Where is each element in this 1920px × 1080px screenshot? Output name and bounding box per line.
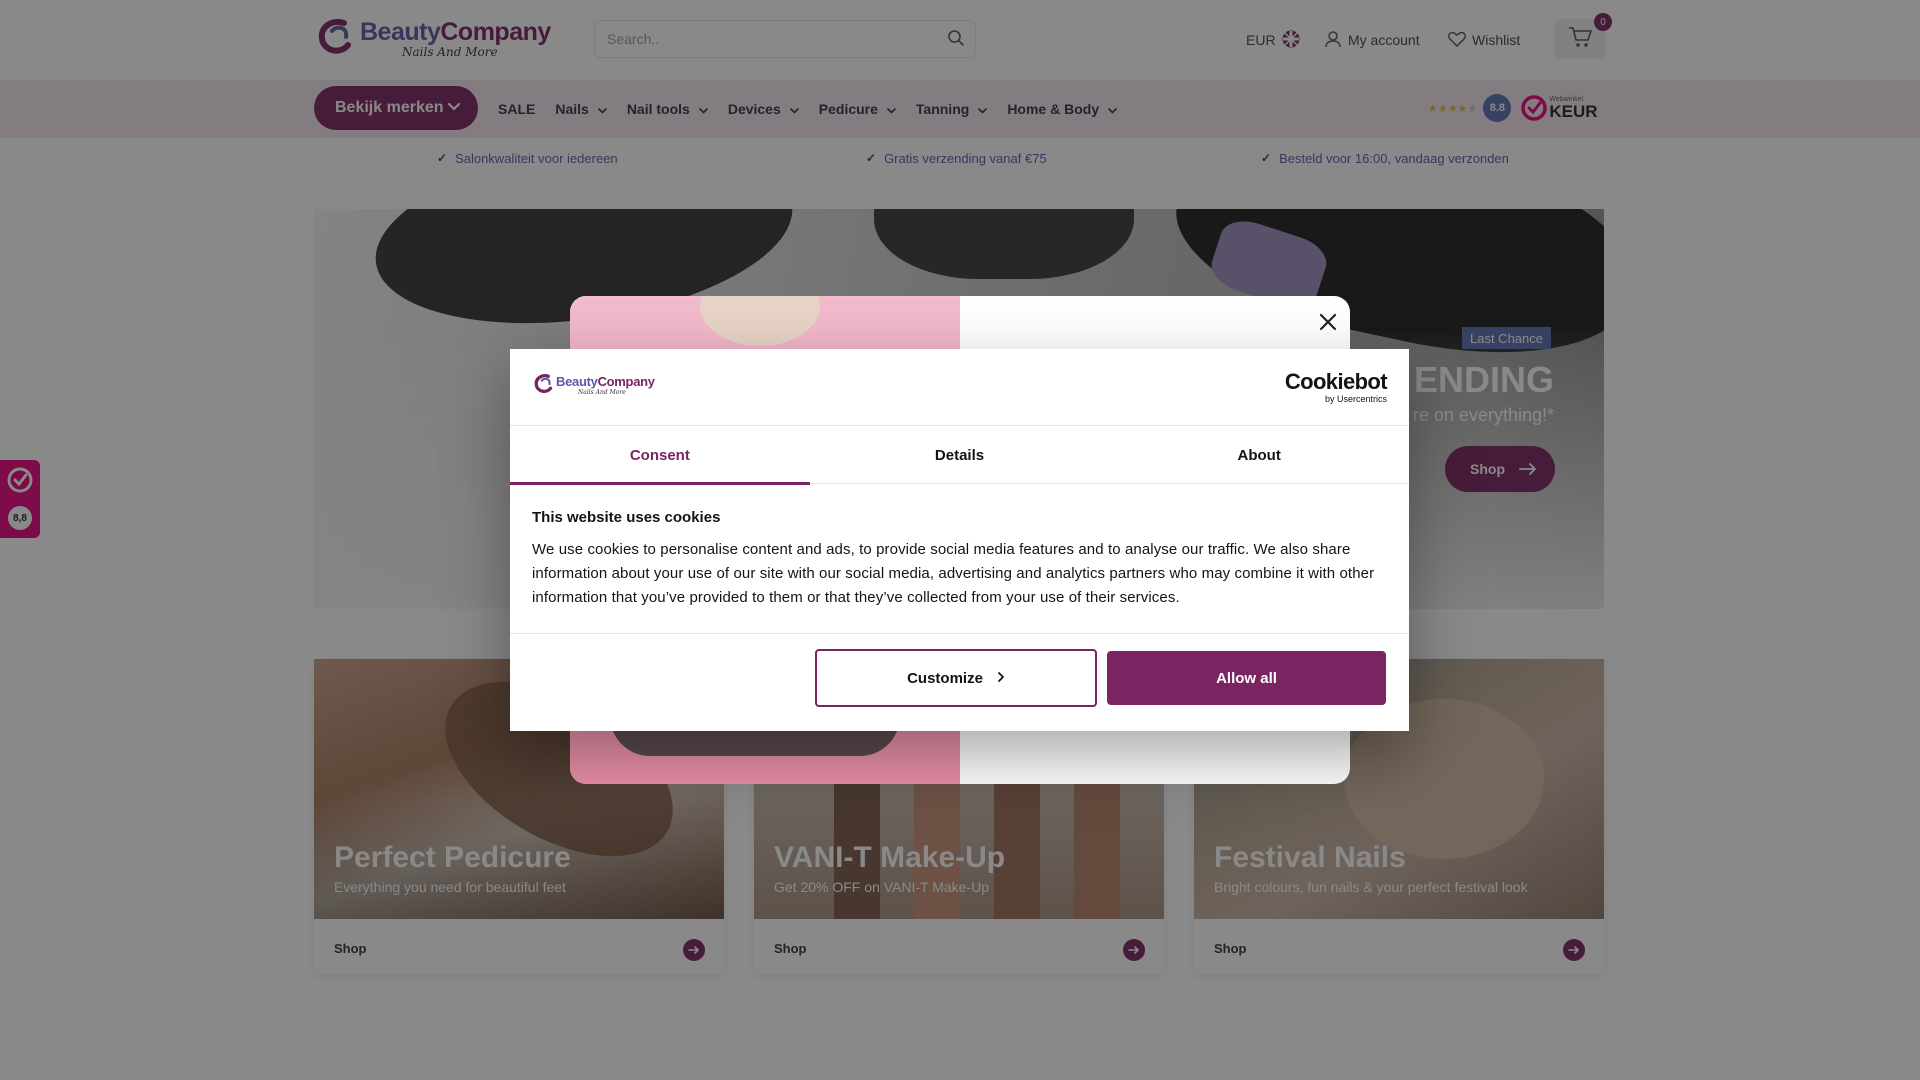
cookiebot-byline: by Usercentrics: [1324, 394, 1387, 404]
allow-all-button[interactable]: Allow all: [1107, 651, 1386, 705]
cookiebot-logo[interactable]: Cookiebot by Usercentrics: [1284, 369, 1388, 404]
logo-word-2: Company: [597, 374, 655, 389]
tab-about[interactable]: About: [1109, 426, 1409, 484]
tab-details[interactable]: Details: [810, 426, 1110, 484]
tab-consent[interactable]: Consent: [510, 426, 810, 485]
cookie-tabs: Consent Details About: [510, 426, 1409, 485]
cookie-consent-dialog: BeautyCompany Nails And More Cookiebot b…: [510, 349, 1409, 731]
chevron-right-icon: [997, 670, 1005, 687]
cookie-heading: This website uses cookies: [532, 509, 721, 526]
cookie-body: This website uses cookies We use cookies…: [532, 509, 1392, 610]
logo-mark-icon: [534, 374, 553, 393]
close-icon[interactable]: [1316, 310, 1340, 334]
cookiebot-wordmark: Cookiebot: [1284, 369, 1388, 394]
cookie-dialog-logo: BeautyCompany Nails And More: [532, 373, 655, 397]
cookie-description: We use cookies to personalise content an…: [532, 541, 1375, 606]
logo-word-1: Beauty: [556, 374, 598, 389]
cookie-actions: Customize Allow all: [510, 633, 1409, 731]
cookie-dialog-header: BeautyCompany Nails And More Cookiebot b…: [510, 349, 1409, 426]
customize-button[interactable]: Customize: [815, 649, 1097, 707]
customize-label: Customize: [907, 669, 983, 687]
logo-tagline: Nails And More: [578, 389, 626, 396]
